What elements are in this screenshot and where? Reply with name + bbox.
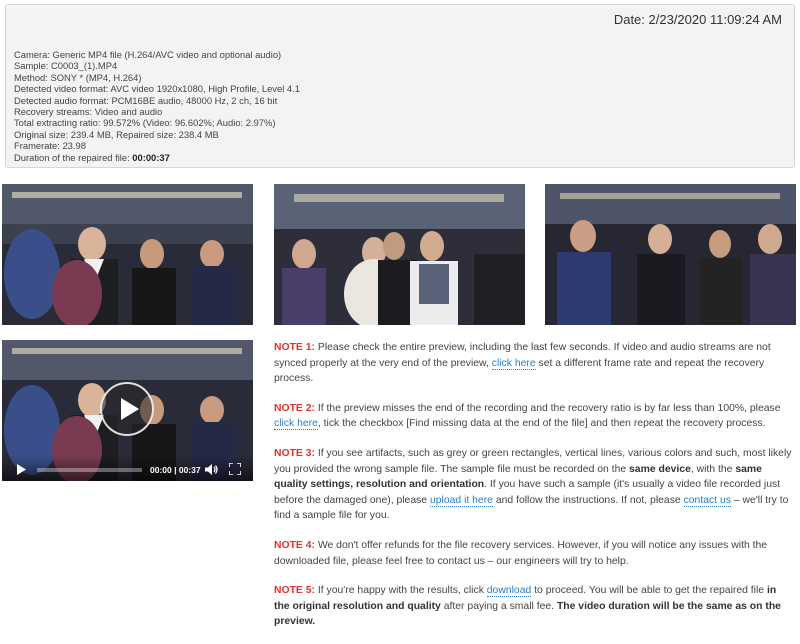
- note-2-text: If the preview misses the end of the rec…: [315, 402, 781, 414]
- note-4: NOTE 4: We don't offer refunds for the f…: [274, 538, 792, 569]
- duration-label: Duration of the repaired file:: [14, 151, 133, 163]
- note-3: NOTE 3: If you see artifacts, such as gr…: [274, 446, 792, 524]
- note-2: NOTE 2: If the preview misses the end of…: [274, 401, 792, 432]
- note-5: NOTE 5: If you're happy with the results…: [274, 583, 792, 630]
- download-link[interactable]: download: [486, 585, 532, 598]
- progress-track[interactable]: [37, 468, 142, 472]
- note-5-text: If you're happy with the results, click: [315, 585, 487, 597]
- volume-icon[interactable]: [205, 464, 218, 475]
- note-4-text: We don't offer refunds for the file reco…: [274, 539, 768, 567]
- video-format-line: Detected video format: AVC video 1920x10…: [14, 83, 300, 95]
- upload-it-here-link[interactable]: upload it here: [429, 494, 493, 507]
- player-control-bar: 00:00 | 00:37: [2, 455, 253, 481]
- note-1: NOTE 1: Please check the entire preview,…: [274, 340, 792, 387]
- note-3-text-2: , with the: [690, 463, 736, 475]
- play-icon: [121, 398, 139, 420]
- time-display: 00:00 | 00:37: [150, 465, 201, 475]
- sample-line: Sample: C0003_(1).MP4: [14, 60, 118, 72]
- fullscreen-icon[interactable]: [229, 463, 241, 475]
- video-player[interactable]: 00:00 | 00:37: [2, 340, 253, 481]
- note-2-text-end: , tick the checkbox [Find missing data a…: [317, 418, 766, 430]
- camera-line: Camera: Generic MP4 file (H.264/AVC vide…: [14, 49, 282, 60]
- duration-line: Duration of the repaired file: 00:00:37: [14, 152, 300, 163]
- duration-value: 00:00:37: [132, 151, 170, 163]
- note-4-label: NOTE 4:: [274, 539, 315, 551]
- preview-frame-1: [2, 184, 253, 325]
- note-3-text-4: and follow the instructions. If not, ple…: [492, 494, 684, 506]
- ratio-line: Total extracting ratio: 99.572% (Video: …: [14, 117, 276, 129]
- preview-frame-2: [274, 184, 525, 325]
- framerate-line: Framerate: 23.98: [14, 140, 86, 152]
- note-5-text-2: to proceed. You will be able to get the …: [531, 585, 767, 597]
- contact-us-link[interactable]: contact us: [683, 494, 731, 507]
- note-5-label: NOTE 5:: [274, 585, 315, 597]
- note-3-label: NOTE 3:: [274, 447, 315, 459]
- note-2-label: NOTE 2:: [274, 402, 315, 414]
- streams-line: Recovery streams: Video and audio: [14, 106, 163, 118]
- method-line: Method: SONY * (MP4, H.264): [14, 71, 142, 83]
- recovery-info-panel: Date: 2/23/2020 11:09:24 AM Camera: Gene…: [5, 4, 795, 168]
- notes-section: NOTE 1: Please check the entire preview,…: [274, 340, 792, 644]
- sizes-line: Original size: 239.4 MB, Repaired size: …: [14, 128, 219, 140]
- recovery-details: Camera: Generic MP4 file (H.264/AVC vide…: [14, 49, 300, 163]
- note-1-label: NOTE 1:: [274, 342, 315, 353]
- note-2-click-here-link[interactable]: click here: [274, 418, 318, 431]
- note-1-click-here-link[interactable]: click here: [491, 357, 536, 370]
- recovery-date: Date: 2/23/2020 11:09:24 AM: [613, 12, 782, 27]
- big-play-button[interactable]: [100, 382, 154, 436]
- note-5-text-3: after paying a small fee.: [440, 600, 557, 612]
- preview-frame-3: [545, 184, 796, 325]
- audio-format-line: Detected audio format: PCM16BE audio, 48…: [14, 94, 278, 106]
- play-small-icon[interactable]: [16, 464, 26, 475]
- note-3-bold-device: same device: [629, 463, 691, 475]
